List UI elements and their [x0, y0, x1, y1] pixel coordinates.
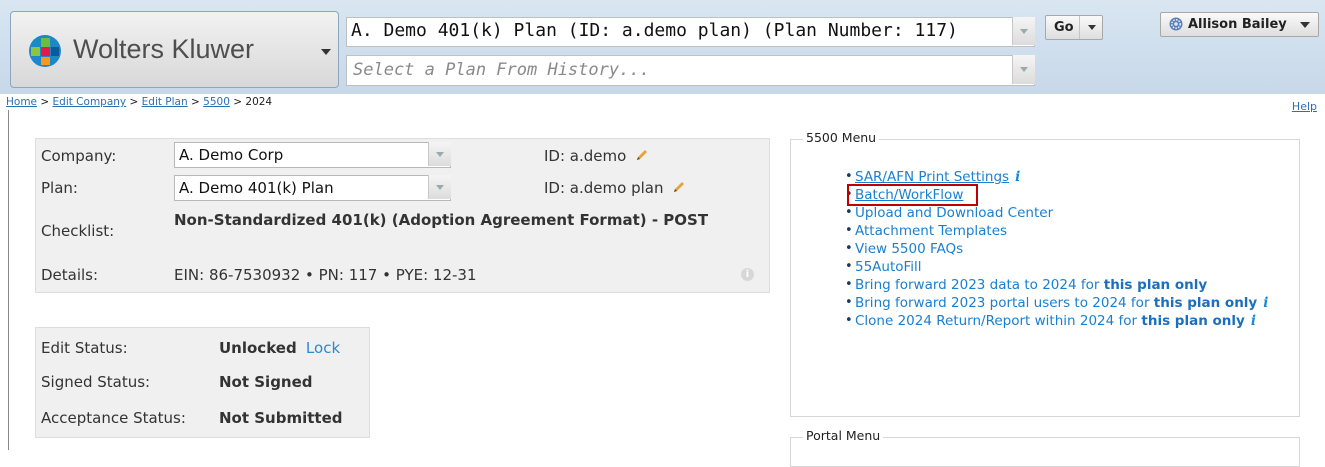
- info-icon[interactable]: i: [741, 268, 754, 281]
- plan-select-value: A. Demo 401(k) Plan (ID: a.demo plan) (P…: [351, 20, 958, 41]
- sar-afn-link[interactable]: SAR/AFN Print Settings: [855, 169, 1009, 185]
- plan-info-table: Company: A. Demo Corp ID: a.demo Plan: A…: [35, 138, 770, 293]
- menu-item-bring-forward-users: • Bring forward 2023 portal users to 202…: [845, 294, 1285, 312]
- acceptance-status-value: Not Submitted: [219, 409, 343, 427]
- brand-menu-button[interactable]: Wolters Kluwer: [10, 11, 339, 88]
- company-dropdown-icon[interactable]: [428, 142, 451, 166]
- go-button-label: Go: [1054, 20, 1074, 35]
- plan-id: ID: a.demo plan: [544, 179, 686, 197]
- plan-select-inline-value: A. Demo 401(k) Plan: [179, 179, 334, 197]
- menu-item-clone: • Clone 2024 Return/Report within 2024 f…: [845, 312, 1285, 330]
- autofill-link[interactable]: 55AutoFill: [855, 259, 922, 275]
- portal-menu-legend: Portal Menu: [803, 428, 884, 443]
- gear-icon: [1169, 17, 1183, 31]
- info-icon[interactable]: i: [1251, 313, 1256, 329]
- bullet: •: [845, 259, 853, 274]
- attachment-templates-link[interactable]: Attachment Templates: [855, 223, 1007, 239]
- details-row: Details: EIN: 86-7530932 • PN: 117 • PYE…: [36, 258, 769, 292]
- info-icon[interactable]: i: [1263, 295, 1268, 311]
- bullet: •: [845, 223, 853, 238]
- breadcrumb-edit-plan[interactable]: Edit Plan: [142, 96, 188, 108]
- breadcrumb-edit-company[interactable]: Edit Company: [53, 96, 127, 108]
- bullet: •: [845, 205, 853, 220]
- info-icon[interactable]: i: [1015, 169, 1020, 185]
- user-menu-button[interactable]: Allison Bailey: [1160, 12, 1319, 37]
- checklist-row: Checklist: Non-Standardized 401(k) (Adop…: [36, 207, 769, 257]
- company-label: Company:: [41, 147, 117, 165]
- menu-item-faqs: • View 5500 FAQs: [845, 240, 1285, 258]
- breadcrumb-separator: >: [233, 96, 243, 108]
- menu-item-bring-forward-data: • Bring forward 2023 data to 2024 for th…: [845, 276, 1285, 294]
- bring-forward-data-text: Bring forward 2023 data to 2024 for: [855, 277, 1104, 293]
- breadcrumb-current: 2024: [245, 96, 273, 108]
- plan-row: Plan: A. Demo 401(k) Plan ID: a.demo pla…: [36, 172, 769, 205]
- breadcrumb-separator: >: [129, 96, 139, 108]
- plan-dropdown-icon[interactable]: [428, 175, 451, 199]
- 5500-menu-legend: 5500 Menu: [803, 130, 880, 145]
- chevron-down-icon: [1300, 22, 1310, 28]
- edit-pencil-icon[interactable]: [672, 180, 686, 194]
- company-row: Company: A. Demo Corp ID: a.demo: [36, 139, 769, 172]
- bring-forward-users-bold: this plan only: [1153, 295, 1258, 311]
- plan-select-dropdown-icon[interactable]: [1012, 17, 1035, 45]
- bullet: •: [845, 295, 853, 310]
- bullet: •: [845, 313, 853, 328]
- breadcrumb-separator: >: [40, 96, 50, 108]
- breadcrumb: Home > Edit Company > Edit Plan > 5500 >…: [6, 96, 272, 108]
- bring-forward-data-bold: this plan only: [1103, 277, 1208, 293]
- company-id: ID: a.demo: [544, 147, 649, 165]
- help-link[interactable]: Help: [1292, 100, 1317, 113]
- edit-status-label: Edit Status:: [41, 339, 128, 357]
- bullet: •: [845, 241, 853, 256]
- breadcrumb-5500[interactable]: 5500: [203, 96, 230, 108]
- left-divider: [8, 110, 9, 450]
- company-select-value: A. Demo Corp: [179, 146, 284, 164]
- signed-status-value: Not Signed: [219, 373, 313, 391]
- plan-select[interactable]: A. Demo 401(k) Plan (ID: a.demo plan) (P…: [346, 17, 1035, 47]
- user-name: Allison Bailey: [1188, 17, 1287, 32]
- app-header: Wolters Kluwer A. Demo 401(k) Plan (ID: …: [0, 0, 1325, 94]
- edit-pencil-icon[interactable]: [635, 148, 649, 162]
- go-options-dropdown-icon[interactable]: [1079, 16, 1104, 39]
- clone-return-text: Clone 2024 Return/Report within 2024 for: [855, 313, 1142, 329]
- details-label: Details:: [41, 266, 99, 284]
- brand-logo-icon: [29, 35, 61, 67]
- plan-history-select[interactable]: Select a Plan From History...: [346, 55, 1035, 86]
- checklist-value: Non-Standardized 401(k) (Adoption Agreem…: [174, 211, 709, 229]
- clone-return-link[interactable]: Clone 2024 Return/Report within 2024 for…: [855, 313, 1245, 329]
- faqs-link[interactable]: View 5500 FAQs: [855, 241, 963, 257]
- menu-item-autofill: • 55AutoFill: [845, 258, 1285, 276]
- bullet: •: [845, 277, 853, 292]
- clone-return-bold: this plan only: [1141, 313, 1245, 329]
- chevron-down-icon: [321, 49, 331, 55]
- acceptance-status-label: Acceptance Status:: [41, 409, 186, 427]
- menu-item-attachments: • Attachment Templates: [845, 222, 1285, 240]
- bring-forward-data-link[interactable]: Bring forward 2023 data to 2024 for this…: [855, 277, 1207, 293]
- breadcrumb-home[interactable]: Home: [6, 96, 37, 108]
- plan-select-inline[interactable]: A. Demo 401(k) Plan: [174, 175, 451, 201]
- upload-download-link[interactable]: Upload and Download Center: [855, 205, 1053, 221]
- lock-link[interactable]: Lock: [306, 339, 340, 357]
- plan-label: Plan:: [41, 179, 78, 197]
- go-button[interactable]: Go: [1045, 15, 1103, 40]
- menu-item-upload-download: • Upload and Download Center: [845, 204, 1285, 222]
- edit-status-value: Unlocked Lock: [219, 339, 340, 357]
- edit-status-text: Unlocked: [219, 339, 297, 357]
- company-select[interactable]: A. Demo Corp: [174, 142, 451, 168]
- plan-history-dropdown-icon[interactable]: [1012, 55, 1035, 84]
- status-table: Edit Status: Unlocked Lock Signed Status…: [35, 327, 370, 438]
- details-value: EIN: 86-7530932 • PN: 117 • PYE: 12-31: [174, 266, 477, 284]
- plan-id-text: ID: a.demo plan: [544, 179, 664, 197]
- checklist-label: Checklist:: [41, 222, 115, 240]
- signed-status-label: Signed Status:: [41, 373, 151, 391]
- bring-forward-users-link[interactable]: Bring forward 2023 portal users to 2024 …: [855, 295, 1257, 311]
- bring-forward-users-text: Bring forward 2023 portal users to 2024 …: [855, 295, 1154, 311]
- plan-history-placeholder: Select a Plan From History...: [353, 60, 650, 80]
- breadcrumb-separator: >: [191, 96, 200, 108]
- batch-workflow-highlight: [847, 184, 978, 206]
- brand-name: Wolters Kluwer: [73, 34, 255, 64]
- company-id-text: ID: a.demo: [544, 147, 627, 165]
